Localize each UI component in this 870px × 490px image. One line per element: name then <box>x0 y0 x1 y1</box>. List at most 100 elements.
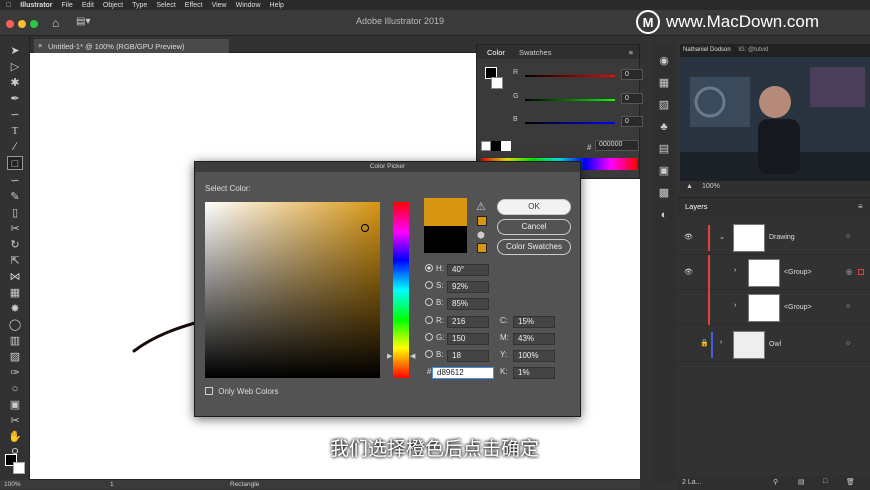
menu-window[interactable]: Window <box>236 2 261 9</box>
gradient-panel-icon[interactable]: ▨ <box>656 98 672 112</box>
width-tool-icon[interactable]: ⋈ <box>7 270 23 284</box>
none-swatch[interactable] <box>481 141 491 151</box>
only-web-colors-checkbox[interactable] <box>205 387 213 395</box>
black-value[interactable]: 1% <box>513 367 555 379</box>
layer-row-owl[interactable]: 🔒 › Owl ○ <box>678 327 870 362</box>
blue-slider[interactable] <box>525 122 615 124</box>
color-field-marker[interactable] <box>361 224 369 232</box>
selected-square-icon[interactable] <box>858 269 864 275</box>
cyan-value[interactable]: 15% <box>513 316 555 328</box>
home-icon[interactable]: ⌂ <box>52 16 59 30</box>
artboard-tool-icon[interactable]: ▣ <box>7 398 23 412</box>
dialog-title[interactable]: Color Picker <box>195 162 580 172</box>
direct-selection-tool-icon[interactable]: ▷ <box>7 60 23 74</box>
menu-object[interactable]: Object <box>103 2 123 9</box>
layer-row-group[interactable]: › <Group> ○ <box>678 290 870 325</box>
ok-button[interactable]: OK <box>497 199 571 215</box>
shaper-tool-icon[interactable]: ✎ <box>7 190 23 204</box>
blue-value[interactable]: 0 <box>621 116 643 127</box>
zoom-out-icon[interactable]: ▲ <box>686 183 693 190</box>
brightness-value[interactable]: 85% <box>447 298 489 310</box>
stroke-color-box[interactable] <box>491 77 503 89</box>
artboard-number[interactable]: 1 <box>110 481 114 488</box>
visibility-eye-icon[interactable]: 👁 <box>684 268 693 276</box>
scissors-tool-icon[interactable]: ✂ <box>7 222 23 236</box>
apple-icon[interactable]:  <box>6 2 11 9</box>
saturation-radio[interactable] <box>425 281 433 289</box>
layer-name[interactable]: <Group> <box>784 304 812 311</box>
selection-tool-icon[interactable]: ➤ <box>7 44 23 58</box>
web-safe-cube-icon[interactable]: ⬢ <box>477 230 485 241</box>
expand-chevron-icon[interactable]: › <box>734 267 736 274</box>
saturation-brightness-field[interactable] <box>205 202 380 378</box>
brightness-radio[interactable] <box>425 298 433 306</box>
close-tab-icon[interactable]: × <box>38 41 42 50</box>
rotate-tool-icon[interactable]: ↻ <box>7 238 23 252</box>
hex-input[interactable]: d89612 <box>432 367 494 379</box>
green-value[interactable]: 0 <box>621 93 643 104</box>
hue-slider[interactable] <box>393 202 409 378</box>
stroke-swatch[interactable] <box>13 462 25 474</box>
properties-icon[interactable]: ▦ <box>656 76 672 90</box>
curvature-tool-icon[interactable]: ∽ <box>7 108 23 122</box>
out-of-gamut-warning-icon[interactable]: ⚠ <box>476 200 486 213</box>
layer-row-drawing[interactable]: 👁 ⌄ Drawing ○ <box>678 220 870 255</box>
menu-view[interactable]: View <box>212 2 227 9</box>
line-tool-icon[interactable]: ∕ <box>7 140 23 154</box>
tab-color[interactable]: Color <box>487 48 505 57</box>
slice-tool-icon[interactable]: ✂ <box>7 414 23 428</box>
close-window-button[interactable] <box>6 20 14 28</box>
hue-slider-left-arrow-icon[interactable]: ▶ <box>387 352 392 360</box>
lock-icon[interactable]: 🔒 <box>700 339 709 347</box>
blue-field-value[interactable]: 18 <box>447 350 489 362</box>
align-icon[interactable]: ▤ <box>656 142 672 156</box>
menu-edit[interactable]: Edit <box>82 2 94 9</box>
current-color-preview[interactable] <box>424 226 467 253</box>
new-sublayer-icon[interactable]: ▤ <box>798 478 805 486</box>
visibility-eye-icon[interactable]: 👁 <box>684 233 693 241</box>
workspace-switcher-icon[interactable]: ▤▾ <box>76 16 90 27</box>
expand-chevron-icon[interactable]: › <box>734 302 736 309</box>
red-radio[interactable] <box>425 316 433 324</box>
green-slider[interactable] <box>525 99 615 101</box>
scale-tool-icon[interactable]: ⇱ <box>7 254 23 268</box>
layer-row-group[interactable]: 👁 › <Group> ◎ <box>678 255 870 290</box>
green-radio[interactable] <box>425 333 433 341</box>
type-tool-icon[interactable]: T <box>7 124 23 138</box>
target-circle-icon[interactable]: ○ <box>846 340 850 347</box>
red-field-value[interactable]: 216 <box>447 316 489 328</box>
appearance-icon[interactable]: ◉ <box>656 54 672 68</box>
free-transform-tool-icon[interactable]: ▦ <box>7 286 23 300</box>
blue-radio[interactable] <box>425 350 433 358</box>
white-swatch[interactable] <box>501 141 511 151</box>
gradient-tool-icon[interactable]: ▨ <box>7 350 23 364</box>
web-safe-color-swatch[interactable] <box>477 243 487 253</box>
shape-builder-tool-icon[interactable]: ◯ <box>7 318 23 332</box>
eraser-tool-icon[interactable]: ▯ <box>7 206 23 220</box>
magenta-value[interactable]: 43% <box>513 333 555 345</box>
delete-layer-icon[interactable]: 🗑 <box>846 478 855 486</box>
zoom-window-button[interactable] <box>30 20 38 28</box>
symbols-icon[interactable]: ♣ <box>656 120 672 134</box>
cancel-button[interactable]: Cancel <box>497 219 571 235</box>
menu-help[interactable]: Help <box>270 2 284 9</box>
transparency-icon[interactable]: ◐ <box>656 208 672 222</box>
hue-slider-right-arrow-icon[interactable]: ◀ <box>410 352 415 360</box>
new-layer-icon[interactable]: □ <box>823 478 827 485</box>
layer-name[interactable]: Owl <box>769 341 781 348</box>
paintbrush-tool-icon[interactable]: ∽ <box>7 174 23 188</box>
rectangle-tool-icon[interactable]: □ <box>7 156 23 170</box>
collapse-chevron-icon[interactable]: ⌄ <box>719 233 725 241</box>
black-swatch[interactable] <box>491 141 501 151</box>
menu-select[interactable]: Select <box>156 2 175 9</box>
layers-header[interactable]: Layers <box>678 198 870 216</box>
hand-tool-icon[interactable]: ✋ <box>7 430 23 444</box>
expand-chevron-icon[interactable]: › <box>720 339 722 346</box>
gamut-color-swatch[interactable] <box>477 216 487 226</box>
only-web-colors-option[interactable]: Only Web Colors <box>205 387 279 396</box>
menu-file[interactable]: File <box>62 2 73 9</box>
document-tab[interactable]: × Untitled-1* @ 100% (RGB/GPU Preview) <box>34 39 229 53</box>
hex-field[interactable]: 000000 <box>595 140 639 151</box>
red-value[interactable]: 0 <box>621 69 643 80</box>
locate-object-icon[interactable]: ⚲ <box>773 478 778 486</box>
